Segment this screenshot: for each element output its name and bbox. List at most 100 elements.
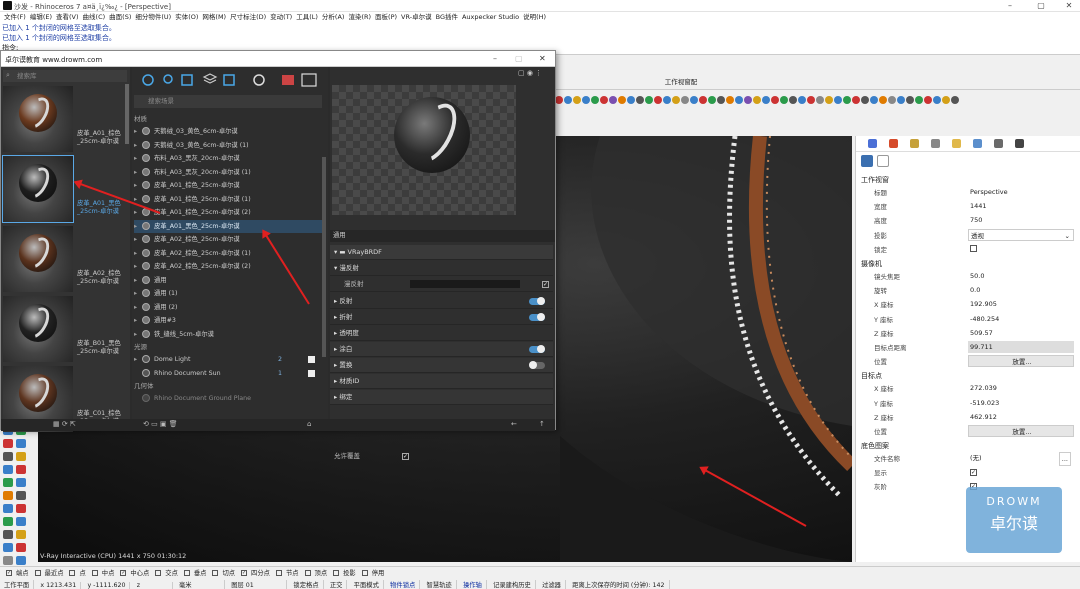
osnap-option[interactable]: ✓ 端点 [3, 568, 29, 577]
menu-item[interactable]: 曲面(S) [109, 12, 131, 23]
scene-material-item[interactable]: ▸ 天鹅绒_03_黄色_6cm-卓尔谟 [134, 125, 324, 139]
scene-material-item[interactable]: ▸ 天鹅绒_03_黄色_6cm-卓尔谟 (1) [134, 139, 324, 153]
scene-light-item[interactable]: Rhino Document Sun 1 [134, 367, 324, 381]
property-checkbox[interactable]: ✓ [970, 468, 977, 476]
toolbar-tool-icon[interactable] [564, 96, 572, 104]
toolbar-tool-icon[interactable] [807, 96, 815, 104]
tool-icon[interactable] [16, 478, 26, 487]
expand-arrow-icon[interactable]: ▸ [134, 125, 142, 139]
tool-icon[interactable] [3, 465, 13, 474]
status-planar[interactable]: 平面模式 [350, 580, 384, 589]
scene-material-item[interactable]: ▸ 通用 (2) [134, 301, 324, 315]
toolbar-tool-icon[interactable] [951, 96, 959, 104]
section-toggle[interactable] [529, 361, 545, 369]
scene-material-item[interactable]: ▸ 布料_A03_黑灰_20cm-卓尔谟 [134, 152, 324, 166]
brush-icon[interactable] [931, 139, 940, 148]
toolbar-tool-icon[interactable] [708, 96, 716, 104]
osnap-option[interactable]: 节点 [273, 568, 299, 577]
folder-icon[interactable] [952, 139, 961, 148]
brdf-layer[interactable]: ▾ ▬ VRayBRDF [330, 245, 553, 260]
scene-tools-icons[interactable]: ⟲ ▭ ▣ 🗑 [143, 420, 178, 428]
menu-item[interactable]: 实体(O) [175, 12, 198, 23]
toolbar-tool-icon[interactable] [600, 96, 608, 104]
material-thumbnail[interactable] [3, 86, 73, 152]
param-section[interactable]: ▸ 涂白 [330, 342, 553, 357]
toolbar-tool-icon[interactable] [834, 96, 842, 104]
toolbar-tool-icon[interactable] [753, 96, 761, 104]
tool-icon[interactable] [3, 439, 13, 448]
scene-material-item[interactable]: ▸ 皮革_A02_棕色_25cm-卓尔谟 (1) [134, 247, 324, 261]
osnap-option[interactable]: 最近点 [32, 568, 63, 577]
section-toggle[interactable] [529, 297, 545, 305]
diffuse-section[interactable]: ▾ 漫反射 [330, 261, 553, 276]
material-name[interactable]: 皮革_B01_黑色 _25cm-卓尔谟 [77, 340, 129, 356]
property-value[interactable]: ✓ [968, 466, 1074, 478]
toolbar-tool-icon[interactable] [717, 96, 725, 104]
property-value[interactable]: -519.023 [968, 397, 1074, 409]
tool-icon[interactable] [16, 504, 26, 513]
osnap-checkbox[interactable] [304, 570, 311, 576]
param-section[interactable]: ▸ 绑定 [330, 390, 553, 405]
menu-item[interactable]: 渲染(R) [348, 12, 371, 23]
status-plane[interactable]: 工作平面 [0, 580, 35, 589]
tool-icon[interactable] [16, 439, 26, 448]
toolbar-tool-icon[interactable] [627, 96, 635, 104]
toolbar-tool-icon[interactable] [924, 96, 932, 104]
toolbar-tool-icon[interactable] [762, 96, 770, 104]
toolbar-tool-icon[interactable] [645, 96, 653, 104]
toolbar-tool-icon[interactable] [618, 96, 626, 104]
property-value[interactable]: 272.039 [968, 382, 1074, 394]
light-enable-checkbox[interactable] [308, 356, 315, 363]
osnap-option[interactable]: 投影 [330, 568, 356, 577]
menu-item[interactable]: 查看(V) [56, 12, 79, 23]
expand-arrow-icon[interactable]: ▸ [134, 328, 142, 342]
osnap-option[interactable]: ✓ 中心点 [117, 568, 149, 577]
osnap-checkbox[interactable] [69, 570, 76, 576]
osnap-checkbox[interactable]: ✓ [241, 570, 248, 576]
toolbar-tool-icon[interactable] [870, 96, 878, 104]
expand-arrow-icon[interactable]: ▸ [134, 220, 142, 234]
expand-arrow-icon[interactable]: ▸ [134, 139, 142, 153]
expand-arrow-icon[interactable]: ▸ [134, 166, 142, 180]
section-toggle[interactable] [529, 345, 545, 353]
frame-view-icon[interactable] [877, 155, 890, 167]
osnap-checkbox[interactable] [333, 570, 340, 576]
toolbar-tool-icon[interactable] [861, 96, 869, 104]
osnap-option[interactable]: 停用 [359, 568, 384, 577]
tool-icon[interactable] [16, 452, 26, 461]
status-filter[interactable]: 过滤器 [538, 580, 566, 589]
tool-icon[interactable] [3, 543, 13, 552]
menu-item[interactable]: 工具(L) [296, 12, 318, 23]
osnap-checkbox[interactable] [275, 570, 282, 576]
osnap-option[interactable]: ✓ 四分点 [238, 568, 270, 577]
scene-search-input[interactable]: 搜索场景 [134, 95, 322, 108]
param-section[interactable]: ▸ 折射 [330, 310, 553, 325]
toolbar-tool-icon[interactable] [915, 96, 923, 104]
tool-icon[interactable] [16, 556, 26, 565]
toolbar-tool-icon[interactable] [681, 96, 689, 104]
toolbar-tool-icon[interactable] [654, 96, 662, 104]
expand-arrow-icon[interactable]: ▸ [134, 274, 142, 288]
osnap-option[interactable]: 交点 [152, 568, 178, 577]
menu-item[interactable]: 变动(T) [270, 12, 292, 23]
material-thumbnail[interactable] [3, 296, 73, 362]
property-value[interactable]: 0.0 [968, 284, 1074, 296]
menu-item[interactable]: 曲线(C) [83, 12, 106, 23]
toolbar-tool-icon[interactable] [789, 96, 797, 104]
material-name[interactable]: 皮革_A01_黑色 _25cm-卓尔谟 [77, 200, 129, 216]
scene-light-item[interactable]: ▸ Dome Light 2 [134, 353, 324, 367]
osnap-option[interactable]: 点 [66, 568, 86, 577]
minimize-button[interactable]: – [1005, 1, 1015, 10]
toolbar-tool-icon[interactable] [726, 96, 734, 104]
scene-material-item[interactable]: ▸ 铁_缝线_5cm-卓尔谟 [134, 328, 324, 342]
toolbar-tool-icon[interactable] [942, 96, 950, 104]
scene-material-item[interactable]: ▸ 皮革_A02_棕色_25cm-卓尔谟 [134, 233, 324, 247]
menu-item[interactable]: 尺寸标注(D) [230, 12, 266, 23]
toolbar-tool-icon[interactable] [933, 96, 941, 104]
menu-item[interactable]: BG插件 [436, 12, 458, 23]
toolbar-tool-icon[interactable] [780, 96, 788, 104]
diffuse-checkbox[interactable]: ✓ [542, 281, 549, 288]
toolbar-tool-icon[interactable] [690, 96, 698, 104]
property-value[interactable]: 放置... [968, 424, 1074, 437]
scene-material-item[interactable]: ▸ 皮革_A01_黑色_25cm-卓尔谟 [134, 219, 324, 234]
